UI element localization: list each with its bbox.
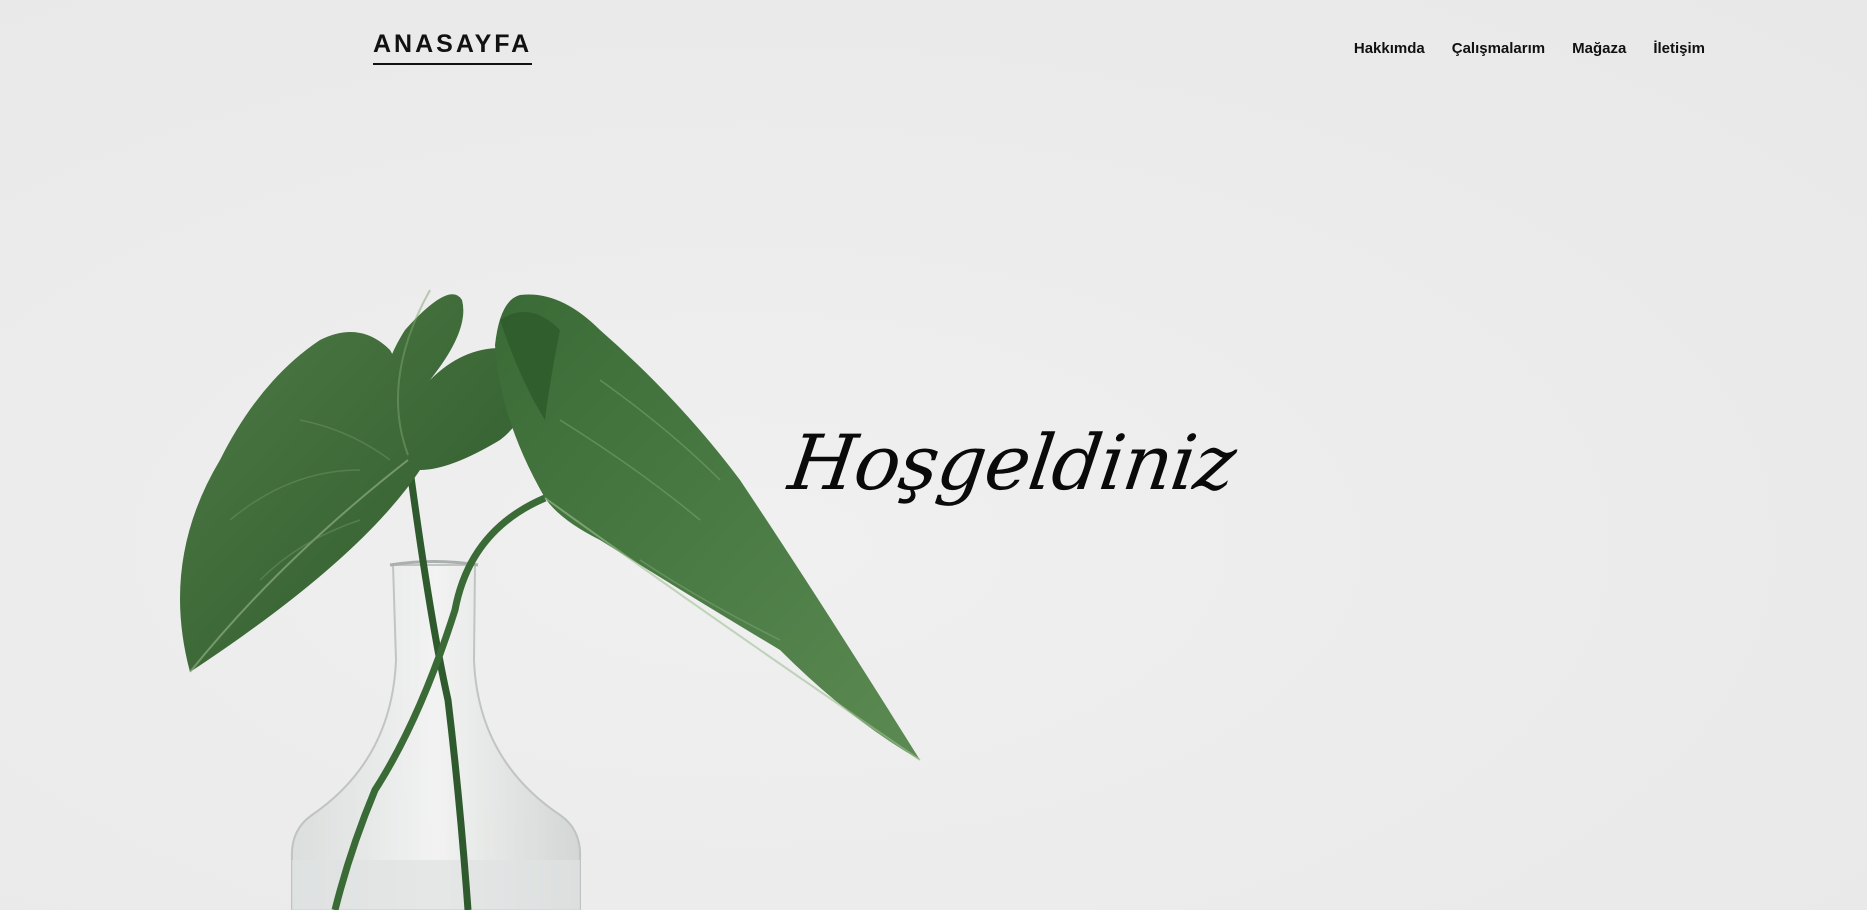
page: ANASAYFA Hakkımda Çalışmalarım Mağaza İl… [0,0,1867,910]
brand-home-link[interactable]: ANASAYFA [373,30,533,65]
nav-item-works[interactable]: Çalışmalarım [1452,40,1545,57]
main-nav: Hakkımda Çalışmalarım Mağaza İletişim [1354,40,1705,57]
nav-item-about[interactable]: Hakkımda [1354,40,1425,57]
nav-item-contact[interactable]: İletişim [1653,40,1705,57]
nav-item-shop[interactable]: Mağaza [1572,40,1626,57]
hero-title: Hoşgeldiniz [783,418,1241,507]
